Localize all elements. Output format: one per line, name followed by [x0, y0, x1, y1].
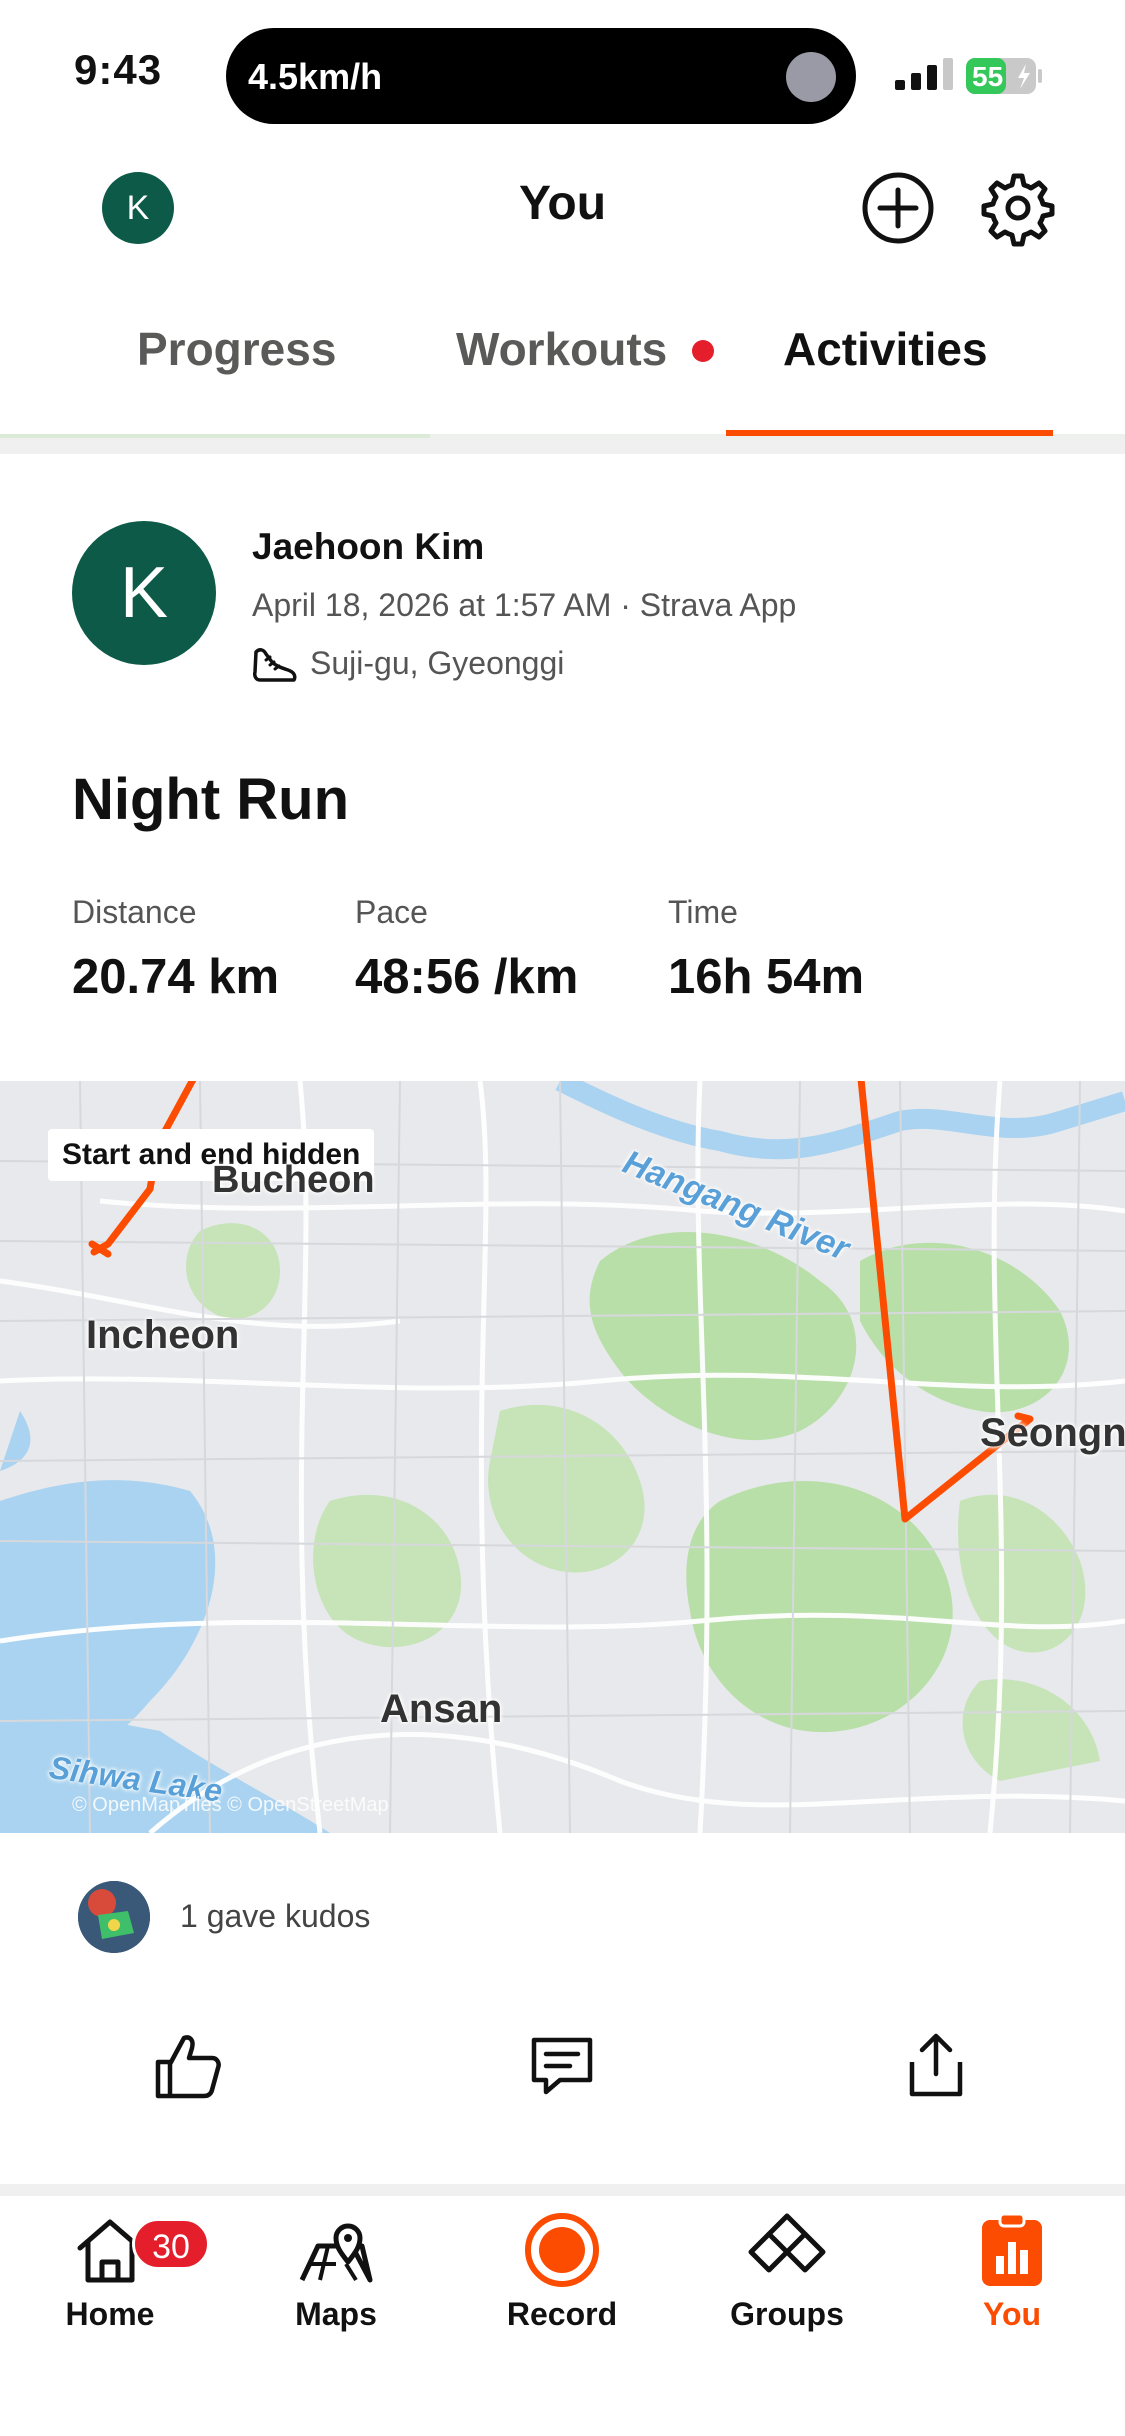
battery-level: 55: [972, 61, 1003, 92]
stat-distance-label: Distance: [72, 894, 197, 930]
nav-home[interactable]: Home 30: [20, 2210, 210, 2333]
you-icon: [982, 2212, 1042, 2286]
map-label-ansan: Ansan: [380, 1687, 503, 1731]
live-speed: 4.5km/h: [248, 56, 383, 97]
nav-groups-label: Groups: [730, 2296, 844, 2332]
stat-distance: Distance 20.74 km: [72, 894, 279, 1005]
tab-activities[interactable]: Activities: [783, 322, 988, 376]
strava-you-page: 9:43 4.5km/h 55 K You Progress Workouts …: [0, 0, 1125, 2436]
stat-distance-value: 20.74 km: [72, 950, 280, 1004]
stat-pace-value: 48:56 /km: [355, 950, 579, 1004]
stat-time-value: 16h 54m: [668, 950, 865, 1004]
stat-time: Time 16h 54m: [668, 894, 864, 1005]
battery-icon: 55: [966, 58, 1042, 94]
groups-icon: [748, 2213, 826, 2273]
nav-record[interactable]: Record: [472, 2210, 652, 2333]
map-label-bucheon: Bucheon: [212, 1159, 375, 1201]
kudos-giver-avatar[interactable]: [78, 1881, 150, 1953]
stat-pace-label: Pace: [355, 894, 428, 930]
activity-meta: April 18, 2026 at 1:57 AM · Strava App: [252, 587, 797, 623]
nav-you-label: You: [982, 2296, 1042, 2332]
activity-title[interactable]: Night Run: [72, 766, 349, 833]
bottom-separator: [0, 2184, 1125, 2196]
nav-maps[interactable]: Maps: [246, 2210, 426, 2333]
page-header: K You: [0, 150, 1125, 280]
athlete-name[interactable]: Jaehoon Kim: [252, 526, 484, 568]
plus-circle-icon[interactable]: [858, 168, 938, 248]
map-attribution[interactable]: © OpenMapTiles © OpenStreetMap: [72, 1794, 389, 1817]
tab-workouts[interactable]: Workouts: [456, 322, 667, 376]
dynamic-island[interactable]: 4.5km/h: [226, 28, 856, 124]
live-activity-indicator: [786, 52, 836, 102]
kudos-avatar-image: [78, 1881, 150, 1953]
status-bar: 9:43 4.5km/h 55: [0, 0, 1125, 150]
activity-card[interactable]: K Jaehoon Kim April 18, 2026 at 1:57 AM …: [0, 454, 1125, 2184]
tab-bar: Progress Workouts Activities: [0, 300, 1125, 440]
running-shoe-icon: [253, 648, 297, 682]
share-icon[interactable]: [898, 2028, 974, 2104]
record-icon: [525, 2213, 599, 2287]
map-icon: [299, 2223, 373, 2283]
kudos-count[interactable]: 1 gave kudos: [180, 1898, 370, 1935]
stat-time-label: Time: [668, 894, 738, 930]
feed-separator: [0, 440, 1125, 454]
map-background: [0, 1081, 1125, 1833]
bottom-nav: Home 30 Maps Record Groups You: [0, 2196, 1125, 2436]
gear-icon[interactable]: [978, 168, 1058, 248]
nav-you[interactable]: You: [922, 2210, 1102, 2333]
nav-record-label: Record: [506, 2296, 618, 2332]
activity-map[interactable]: Start and end hidden Bucheon Incheon Ans…: [0, 1081, 1125, 1833]
stat-pace: Pace 48:56 /km: [355, 894, 578, 1005]
map-label-seongnam: Seongn: [980, 1411, 1125, 1455]
activity-location: Suji-gu, Gyeonggi: [310, 645, 565, 681]
home-notification-badge: 30: [132, 2218, 210, 2270]
nav-home-label: Home: [65, 2296, 155, 2332]
nav-maps-label: Maps: [295, 2296, 377, 2332]
workouts-notification-dot: [692, 340, 714, 362]
active-tab-indicator: [726, 430, 1053, 436]
status-time: 9:43: [74, 46, 163, 93]
map-label-incheon: Incheon: [86, 1313, 240, 1357]
page-title: You: [518, 177, 607, 230]
cellular-signal-icon: [895, 58, 953, 90]
nav-groups[interactable]: Groups: [697, 2210, 877, 2333]
thumbs-up-icon[interactable]: [150, 2028, 226, 2104]
tab-progress[interactable]: Progress: [137, 322, 336, 376]
athlete-avatar[interactable]: K: [72, 521, 216, 665]
comment-icon[interactable]: [524, 2028, 600, 2104]
